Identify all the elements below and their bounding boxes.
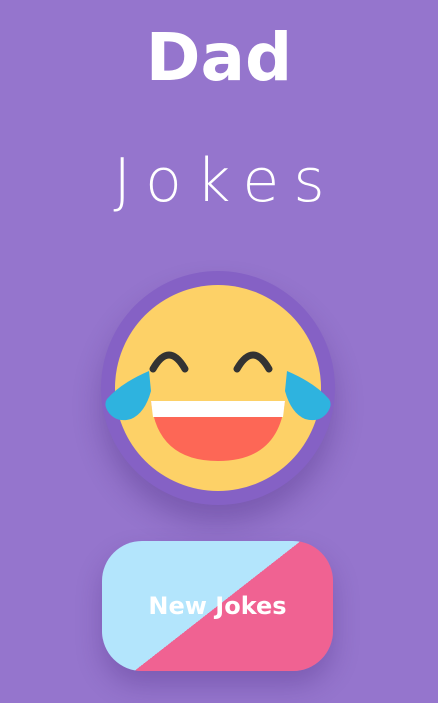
- app-title-jokes: Jokes: [113, 146, 339, 216]
- teeth-icon: [151, 401, 285, 417]
- face-with-tears-of-joy-icon: [105, 285, 331, 491]
- app-screen: Dad Jokes New Jokes: [0, 0, 438, 703]
- new-jokes-button-label: New Jokes: [148, 592, 287, 620]
- app-title-dad: Dad: [145, 19, 293, 96]
- new-jokes-button[interactable]: New Jokes: [102, 541, 333, 671]
